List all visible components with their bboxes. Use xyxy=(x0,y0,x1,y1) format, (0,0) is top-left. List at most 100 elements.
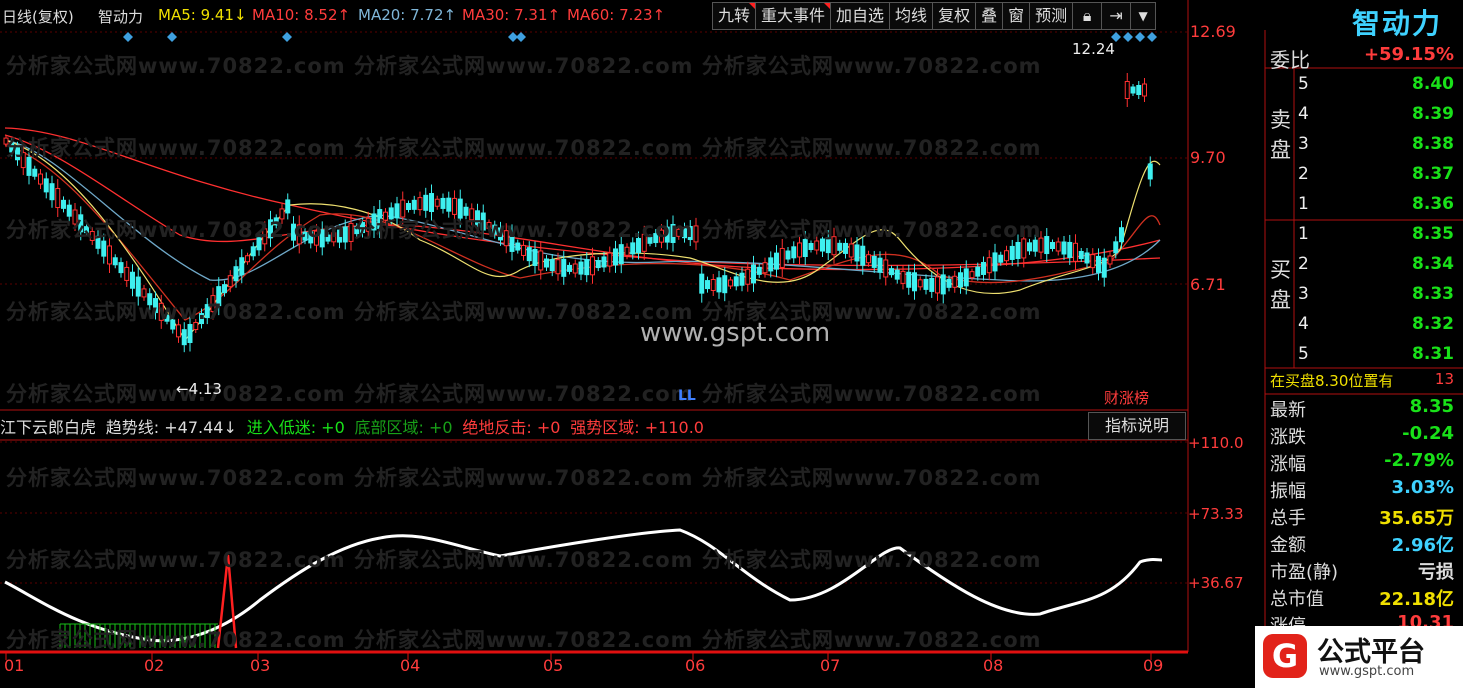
candlestick xyxy=(969,271,975,279)
watermark-row: 分析家公式网www.70822.com 分析家公式网www.70822.com … xyxy=(6,548,1042,572)
candlestick xyxy=(877,257,883,273)
quote-stat-row: 涨幅 -2.79% xyxy=(1270,450,1454,475)
candlestick xyxy=(889,268,894,276)
weibi-label: 委比 xyxy=(1270,48,1310,72)
candlestick xyxy=(417,197,423,211)
tool-add-watchlist-button[interactable]: 加自选 xyxy=(830,2,891,30)
candlestick xyxy=(1073,242,1078,262)
logo-mark: G xyxy=(1263,634,1307,678)
candlestick xyxy=(567,264,572,272)
candlestick xyxy=(423,194,429,211)
candlestick xyxy=(233,266,239,282)
tool-events-button[interactable]: 重大事件 xyxy=(755,2,832,30)
osc-counter: 绝地反击: +0 xyxy=(462,418,561,437)
candlestick xyxy=(1119,227,1124,243)
pin-right-icon[interactable]: ⇥ xyxy=(1101,2,1132,30)
watermark-row: 分析家公式网www.70822.com 分析家公式网www.70822.com … xyxy=(6,136,1042,160)
quote-stat-row: 市盈(静) 亏损 xyxy=(1270,562,1454,583)
tool-forecast-button[interactable]: 预测 xyxy=(1029,2,1074,30)
candlestick xyxy=(940,274,946,295)
toolbar: 九转 重大事件 加自选 均线 复权 叠 窗 预测 🔒︎ ⇥ ▼ xyxy=(712,2,1157,30)
ma60-label: MA60: 7.23↑ xyxy=(567,6,666,24)
gspt-logo: G 公式平台 www.gspt.com xyxy=(1255,626,1463,688)
candlestick xyxy=(1084,252,1090,264)
quote-stat-row: 振幅 3.03% xyxy=(1270,477,1454,502)
osc-enter: 进入低迷: +0 xyxy=(246,418,345,437)
event-diamond-icon xyxy=(1147,32,1157,42)
candlestick xyxy=(549,259,555,272)
candlestick xyxy=(756,266,762,275)
candlestick xyxy=(1055,241,1061,252)
lock-icon[interactable]: 🔒︎ xyxy=(1072,2,1103,30)
watermark-row: 分析家公式网www.70822.com 分析家公式网www.70822.com … xyxy=(6,54,1042,78)
candlestick xyxy=(946,278,952,288)
sell-level-row: 1 8.36 xyxy=(1298,194,1454,214)
quote-stat-row: 总市值 22.18亿 xyxy=(1270,589,1454,610)
candlestick xyxy=(181,329,187,346)
candlestick xyxy=(561,258,567,277)
candlestick xyxy=(245,255,250,263)
osc-strong: 强势区域: +110.0 xyxy=(570,418,704,437)
event-diamond-icon xyxy=(123,32,133,42)
candlestick xyxy=(222,284,227,294)
notice-number: 13 xyxy=(1434,370,1454,388)
candlestick xyxy=(61,199,66,209)
watermark-row: 分析家公式网www.70822.com 分析家公式网www.70822.com … xyxy=(6,218,1042,242)
candlestick xyxy=(963,268,969,287)
candlestick xyxy=(1107,255,1113,265)
candlestick xyxy=(871,255,877,268)
tool-overlay-button[interactable]: 叠 xyxy=(975,2,1004,30)
ranking-badge[interactable]: 财涨榜 xyxy=(1104,387,1149,408)
candlestick xyxy=(1004,250,1009,262)
tool-ma-button[interactable]: 均线 xyxy=(889,2,934,30)
tool-window-button[interactable]: 窗 xyxy=(1002,2,1031,30)
buy-level-row: 4 8.32 xyxy=(1298,314,1454,334)
sell-level-row: 2 8.37 xyxy=(1298,164,1454,184)
ma20-label: MA20: 7.72↑ xyxy=(358,6,457,24)
brand-title: 智动力 xyxy=(1352,7,1443,40)
tool-adjust-button[interactable]: 复权 xyxy=(932,2,977,30)
candlestick xyxy=(440,197,446,209)
candlestick xyxy=(55,188,61,209)
candlestick xyxy=(894,269,900,280)
watermark-row: 分析家公式网www.70822.com 分析家公式网www.70822.com … xyxy=(6,628,1042,652)
candlestick xyxy=(1015,241,1021,259)
candlestick xyxy=(43,178,49,193)
quote-stat-row: 最新 8.35 xyxy=(1270,396,1454,421)
watermark-row: 分析家公式网www.70822.com 分析家公式网www.70822.com … xyxy=(6,466,1042,490)
candlestick xyxy=(1067,241,1073,258)
candlestick xyxy=(774,252,779,270)
tool-jiuzhuan-button[interactable]: 九转 xyxy=(712,2,757,30)
sell-level-row: 4 8.39 xyxy=(1298,104,1454,124)
candlestick xyxy=(958,272,963,288)
candlestick xyxy=(854,244,860,262)
candlestick xyxy=(728,279,733,287)
sell-level-row: 5 8.40 xyxy=(1298,74,1454,94)
weibi-row: 委比 +59.15% xyxy=(1270,44,1454,72)
month-label: 03 xyxy=(250,656,271,675)
candlestick xyxy=(797,242,802,258)
candlestick xyxy=(595,260,601,269)
candlestick xyxy=(38,173,43,185)
candlestick xyxy=(929,277,935,292)
candlestick xyxy=(515,242,521,251)
candlestick xyxy=(837,242,843,251)
period-label[interactable]: 日线(复权) xyxy=(2,6,74,27)
candlestick xyxy=(716,277,722,293)
event-diamond-icon xyxy=(282,32,292,42)
month-label: 09 xyxy=(1143,656,1164,675)
event-diamond-icon xyxy=(167,32,177,42)
indicator-help-button[interactable]: 指标说明 xyxy=(1088,412,1186,440)
osc-axis-low: +36.67 xyxy=(1188,574,1244,592)
candlestick xyxy=(705,280,710,290)
dropdown-icon[interactable]: ▼ xyxy=(1130,2,1157,30)
osc-title: 江下云郎白虎 xyxy=(0,418,97,437)
ma10-label: MA10: 8.52↑ xyxy=(252,6,351,24)
candlestick xyxy=(107,245,112,265)
osc-bottom: 底部区域: +0 xyxy=(354,418,453,437)
buy-level-row: 3 8.33 xyxy=(1298,284,1454,304)
candlestick xyxy=(992,252,998,272)
month-label: 07 xyxy=(820,656,841,675)
candlestick xyxy=(613,248,618,266)
candlestick xyxy=(779,247,785,268)
